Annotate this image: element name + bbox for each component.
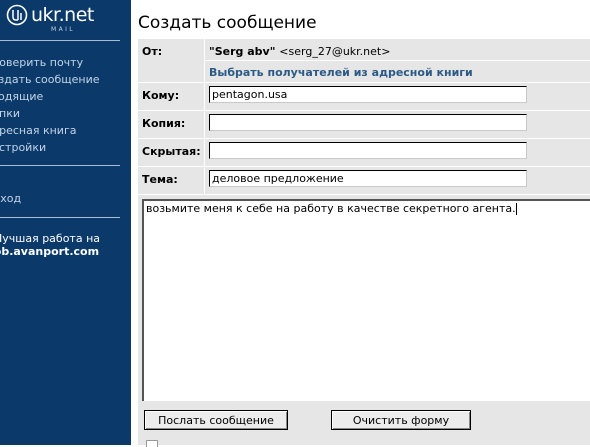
cc-input[interactable]	[209, 114, 527, 131]
from-name: "Serg abv"	[209, 45, 276, 58]
row-divider	[138, 110, 590, 111]
option-checkbox[interactable]	[146, 440, 158, 447]
sidebar-item-check-mail[interactable]: Проверить почту	[0, 56, 83, 70]
sidebar: ukr.net MAIL Проверить почту Создать соо…	[0, 0, 131, 445]
message-body-text: возьмите меня к себе на работу в качеств…	[146, 202, 516, 215]
row-divider	[205, 60, 590, 61]
logo-text: ukr.net	[31, 4, 94, 26]
sidebar-item-compose[interactable]: Создать сообщение	[0, 73, 100, 87]
page-title: Создать сообщение	[138, 13, 317, 33]
logo-subtitle: MAIL	[51, 26, 75, 33]
send-button[interactable]: Послать сообщение	[144, 410, 288, 430]
logo[interactable]: ukr.net MAIL	[0, 3, 131, 37]
sidebar-divider	[0, 217, 120, 218]
clear-form-button[interactable]: Очистить форму	[331, 410, 471, 430]
sidebar-item-folders[interactable]: Папки	[0, 107, 20, 121]
promo-link[interactable]: job.avanport.com	[0, 245, 99, 258]
sidebar-divider	[0, 40, 120, 41]
subject-input[interactable]	[209, 170, 527, 187]
sidebar-item-settings[interactable]: Настройки	[0, 141, 46, 155]
row-divider	[138, 138, 590, 139]
sidebar-item-address-book[interactable]: Адресная книга	[0, 124, 76, 138]
bcc-input[interactable]	[209, 142, 527, 159]
address-book-link[interactable]: Выбрать получателей из адресной книги	[209, 66, 473, 79]
ukrnet-logo-icon	[6, 4, 28, 26]
from-label: От:	[142, 45, 163, 58]
text-cursor	[515, 203, 517, 215]
to-label: Кому:	[142, 89, 180, 102]
row-divider	[138, 82, 590, 83]
promo-line1[interactable]: Лучшая работа на	[0, 232, 100, 245]
from-address: <serg_27@ukr.net>	[279, 45, 391, 58]
from-value: "Serg abv" <serg_27@ukr.net>	[209, 45, 390, 58]
subject-label: Тема:	[142, 173, 178, 186]
sidebar-item-inbox[interactable]: Входящие	[0, 90, 43, 104]
sidebar-divider	[0, 165, 120, 166]
bcc-label: Скрытая:	[142, 145, 201, 158]
compose-form: От: "Serg abv" <serg_27@ukr.net> Выбрать…	[138, 39, 590, 447]
row-divider	[138, 166, 590, 167]
sidebar-item-logout[interactable]: Выход	[0, 192, 21, 206]
cc-label: Копия:	[142, 117, 186, 130]
label-column-divider	[204, 39, 205, 195]
row-divider	[138, 194, 590, 195]
message-body-textarea[interactable]: возьмите меня к себе на работу в качеств…	[142, 199, 590, 401]
to-input[interactable]	[209, 86, 527, 103]
